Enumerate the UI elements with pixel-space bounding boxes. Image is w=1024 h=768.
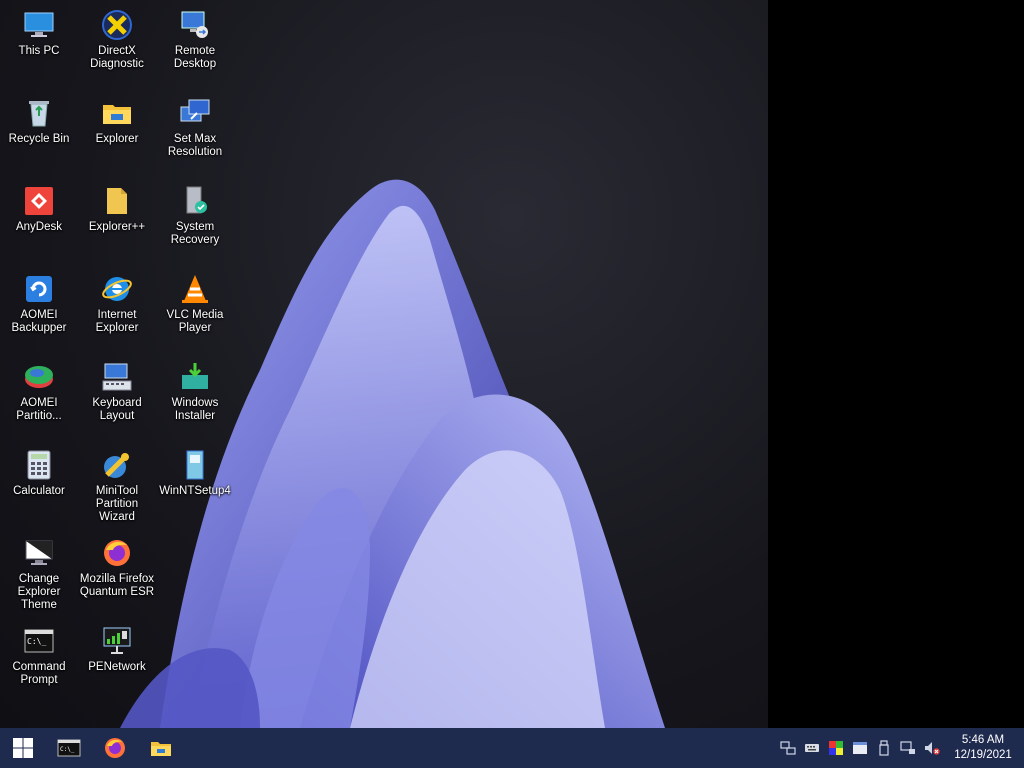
desktop-icon-label: Keyboard Layout [92,397,142,422]
desktop-icon-label: PENetwork [88,661,146,673]
desktop-icon-label: AnyDesk [15,221,63,233]
usb-icon [879,740,889,756]
tray-network-share[interactable] [776,728,800,768]
desktop-icon-recycle-bin[interactable]: Recycle Bin [0,92,78,180]
command-prompt-icon: C:\_ [57,739,81,757]
svg-text:C:\_: C:\_ [60,746,75,753]
command-prompt-icon: C:\_ [22,624,56,658]
volume-muted-icon [925,742,940,755]
calculator-icon [22,448,56,482]
desktop-icon-label: DirectX Diagnostic [90,45,144,70]
tray-usb[interactable] [872,728,896,768]
firefox-icon [100,536,134,570]
directx-icon [100,8,134,42]
keyboard-layout-icon [100,360,134,394]
desktop-icon-label: Mozilla Firefox Quantum ESR [79,573,155,598]
aomei-backupper-icon [22,272,56,306]
desktop-icon-penetwork[interactable]: PENetwork [78,620,156,708]
desktop-icon-change-explorer-theme[interactable]: Change Explorer Theme [0,532,78,620]
display-settings-icon [178,96,212,130]
taskbar-command-prompt[interactable]: C:\_ [46,728,92,768]
desktop-icon-label: AOMEI Backupper [11,309,67,334]
desktop-icon-label: Set Max Resolution [167,133,223,158]
winntsetup-icon [178,448,212,482]
vlc-icon [178,272,212,306]
desktop-icon-label: WinNTSetup4 [159,485,231,497]
desktop-icon-mozilla-firefox-quantum-esr[interactable]: Mozilla Firefox Quantum ESR [78,532,156,620]
windows-installer-icon [178,360,212,394]
desktop-icon-winntsetup4[interactable]: WinNTSetup4 [156,444,234,532]
desktop-icon-remote-desktop[interactable]: Remote Desktop [156,4,234,92]
desktop-icon-label: AOMEI Partitio... [16,397,62,422]
desktop-icon-keyboard-layout[interactable]: Keyboard Layout [78,356,156,444]
desktop-icon-label: Recycle Bin [8,133,70,145]
desktop-icon-label: Internet Explorer [95,309,139,334]
desktop-icon-label: VLC Media Player [166,309,224,334]
desktop-icon-system-recovery[interactable]: System Recovery [156,180,234,268]
desktop-icon-anydesk[interactable]: AnyDesk [0,180,78,268]
tray-network[interactable] [896,728,920,768]
desktop-icon-label: Remote Desktop [173,45,217,70]
tray-volume-muted[interactable] [920,728,944,768]
clock-time: 5:46 AM [961,734,1005,746]
color-icon [829,741,843,755]
desktop-black-margin [768,0,1024,728]
clock-date: 12/19/2021 [954,749,1012,761]
computer-icon [22,8,56,42]
folder-icon [100,96,134,130]
desktop-icon-label: Change Explorer Theme [17,573,61,611]
desktop-icon-command-prompt[interactable]: C:\_ Command Prompt [0,620,78,708]
tray-window[interactable] [848,728,872,768]
desktop-icon-explorer[interactable]: Explorer [78,92,156,180]
desktop-icon-label: Explorer++ [88,221,146,233]
desktop-icon-label: Explorer [95,133,139,145]
folder-plus-icon [100,184,134,218]
system-tray: 5:46 AM 12/19/2021 [776,728,1014,768]
system-recovery-icon [178,184,212,218]
windows-logo-icon [13,738,33,758]
anydesk-icon [22,184,56,218]
desktop-icon-aomei-partitio[interactable]: AOMEI Partitio... [0,356,78,444]
network-icon [900,741,915,754]
folder-icon [151,742,171,756]
desktop-icon-calculator[interactable]: Calculator [0,444,78,532]
desktop-icon-internet-explorer[interactable]: Internet Explorer [78,268,156,356]
start-button[interactable] [0,728,46,768]
tray-color[interactable] [824,728,848,768]
recycle-bin-icon [22,96,56,130]
desktop-icon-label: This PC [18,45,60,57]
taskbar-clock[interactable]: 5:46 AM 12/19/2021 [952,733,1014,763]
remote-desktop-icon [178,8,212,42]
desktop-icon-vlc-media-player[interactable]: VLC Media Player [156,268,234,356]
taskbar-explorer[interactable] [138,728,184,768]
desktop-icon-aomei-backupper[interactable]: AOMEI Backupper [0,268,78,356]
theme-monitor-icon [22,536,56,570]
firefox-icon [105,738,125,758]
desktop-icon-label: MiniTool Partition Wizard [95,485,139,523]
internet-explorer-icon [100,272,134,306]
desktop-icon-this-pc[interactable]: This PC [0,4,78,92]
network-icon [100,624,134,658]
desktop-icon-label: System Recovery [170,221,220,246]
desktop-icon-minitool-partition-wizard[interactable]: MiniTool Partition Wizard [78,444,156,532]
desktop-icon-set-max-resolution[interactable]: Set Max Resolution [156,92,234,180]
minitool-icon [100,448,134,482]
desktop-icon-label: Windows Installer [171,397,219,422]
desktop-icon-label: Command Prompt [12,661,66,686]
svg-text:C:\_: C:\_ [27,637,46,646]
desktop-icon-windows-installer[interactable]: Windows Installer [156,356,234,444]
desktop-icon-explorer[interactable]: Explorer++ [78,180,156,268]
desktop-icon-label: Calculator [13,485,65,497]
keyboard-icon [805,744,819,752]
desktop-icon-directx-diagnostic[interactable]: DirectX Diagnostic [78,4,156,92]
taskbar-firefox[interactable] [92,728,138,768]
window-icon [853,742,867,754]
aomei-partition-icon [22,360,56,394]
tray-keyboard[interactable] [800,728,824,768]
desktop[interactable]: This PC DirectX Diagnostic Remote Desktop R… [0,0,1024,728]
taskbar: C:\_ 5:46 AM 12/19/2021 [0,728,1024,768]
network-share-icon [780,741,796,755]
